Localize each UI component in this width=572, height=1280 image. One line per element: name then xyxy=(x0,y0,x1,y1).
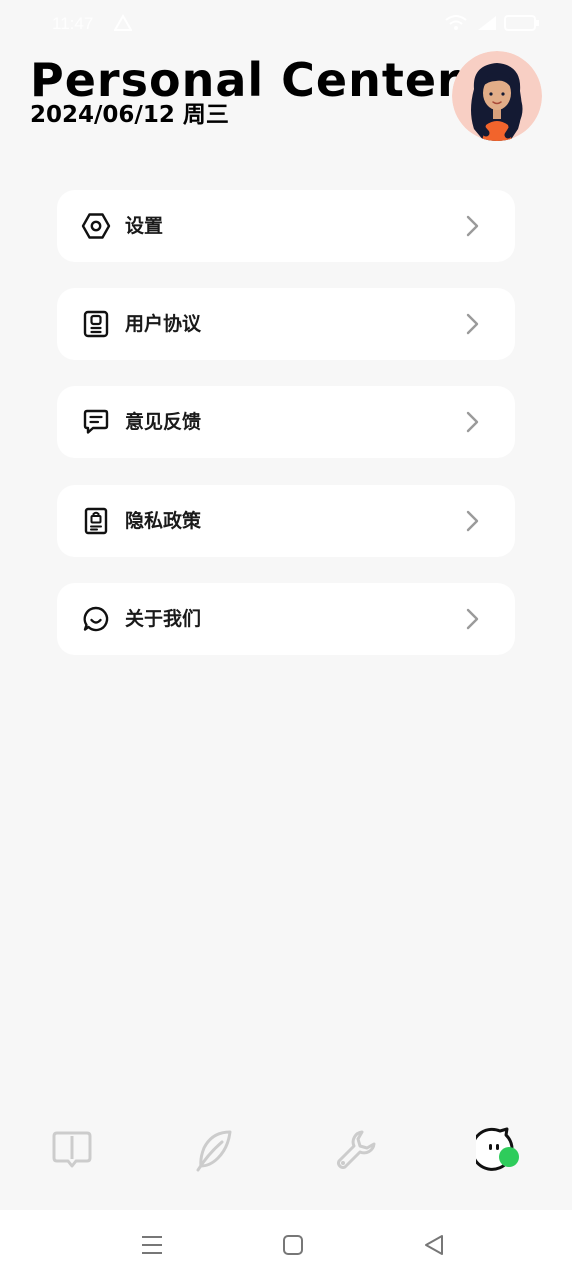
menu-item-feedback[interactable]: 意见反馈 xyxy=(57,386,515,458)
home-nav-button[interactable] xyxy=(278,1230,308,1260)
signal-icon xyxy=(476,14,498,37)
chevron-right-icon xyxy=(459,213,485,239)
menu-item-label: 隐私政策 xyxy=(125,510,202,532)
status-bar: 11:47 xyxy=(0,0,572,48)
chevron-right-icon xyxy=(459,409,485,435)
about-us-chat-icon xyxy=(81,604,111,634)
privacy-policy-icon xyxy=(81,506,111,536)
tab-feather[interactable] xyxy=(190,1126,238,1174)
square-home-icon xyxy=(278,1235,308,1264)
tab-profile[interactable] xyxy=(470,1126,524,1174)
system-nav-bar xyxy=(0,1210,572,1280)
back-nav-button[interactable] xyxy=(419,1230,449,1260)
status-time: 11:47 xyxy=(52,14,94,33)
menu-item-privacy-policy[interactable]: 隐私政策 xyxy=(57,485,515,557)
battery-icon xyxy=(504,14,540,37)
menu-item-label: 关于我们 xyxy=(125,608,202,630)
warning-icon xyxy=(113,13,133,37)
menu-item-user-agreement[interactable]: 用户协议 xyxy=(57,288,515,360)
menu-item-settings[interactable]: 设置 xyxy=(57,190,515,262)
menu-item-label: 设置 xyxy=(125,215,164,237)
menu-lines-icon xyxy=(137,1236,167,1264)
user-agreement-icon xyxy=(81,309,111,339)
wrench-icon xyxy=(332,1130,380,1178)
menu-item-label: 意见反馈 xyxy=(125,411,202,433)
settings-hexagon-icon xyxy=(81,211,111,241)
chevron-right-icon xyxy=(459,606,485,632)
triangle-back-icon xyxy=(419,1235,449,1264)
menu-item-label: 用户协议 xyxy=(125,313,202,335)
bottom-tab-bar xyxy=(0,1118,572,1182)
tab-book[interactable] xyxy=(48,1126,96,1174)
tab-tools[interactable] xyxy=(332,1126,380,1174)
chevron-right-icon xyxy=(459,508,485,534)
avatar-illustration xyxy=(452,51,542,141)
mascot-profile-icon xyxy=(470,1127,524,1178)
feather-icon xyxy=(190,1130,238,1178)
feedback-message-icon xyxy=(81,407,111,437)
wifi-icon xyxy=(444,14,468,37)
menu-item-about-us[interactable]: 关于我们 xyxy=(57,583,515,655)
menu-nav-button[interactable] xyxy=(137,1230,167,1260)
header-date: 2024/06/12 周三 xyxy=(30,102,229,128)
chevron-right-icon xyxy=(459,311,485,337)
avatar[interactable] xyxy=(452,51,542,141)
book-icon xyxy=(48,1131,96,1178)
